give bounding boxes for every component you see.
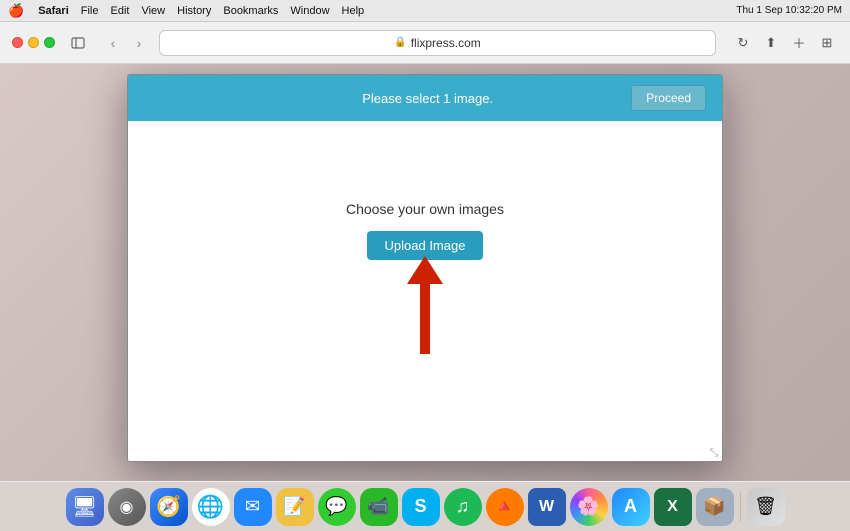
dock-item-spotify[interactable]: ♫ <box>444 488 482 526</box>
dock-item-word[interactable]: W <box>528 488 566 526</box>
resize-handle[interactable]: ⤡ <box>706 445 722 461</box>
traffic-lights <box>12 37 55 48</box>
maximize-button[interactable] <box>44 37 55 48</box>
dock: 🖥 ◉ 🧭 🌐 ✉ 📝 💬 📹 S ♫ 🔺 W 🌸 A X 📦 🗑 <box>0 481 850 531</box>
menu-bar: 🍎 Safari File Edit View History Bookmark… <box>0 0 850 22</box>
menu-view[interactable]: View <box>141 5 165 17</box>
dock-item-messages[interactable]: 💬 <box>318 488 356 526</box>
browser-right-controls: ↻ ⬆ ＋ ⊞ <box>732 32 838 54</box>
dock-item-skype[interactable]: S <box>402 488 440 526</box>
minimize-button[interactable] <box>28 37 39 48</box>
dock-item-vlc[interactable]: 🔺 <box>486 488 524 526</box>
dock-item-siri[interactable]: ◉ <box>108 488 146 526</box>
modal-body: Choose your own images Upload Image ⤡ <box>128 121 722 461</box>
modal-title: Please select 1 image. <box>224 91 631 106</box>
arrow-head <box>407 256 443 284</box>
dock-item-photos[interactable]: 🌸 <box>570 488 608 526</box>
url-text: flixpress.com <box>411 36 481 50</box>
back-button[interactable]: ‹ <box>101 31 125 55</box>
share-button[interactable]: ⬆ <box>760 32 782 54</box>
modal-dialog: Please select 1 image. Proceed Choose yo… <box>127 74 723 462</box>
apple-menu[interactable]: 🍎 <box>8 3 24 19</box>
dock-item-facetime[interactable]: 📹 <box>360 488 398 526</box>
main-content: Please select 1 image. Proceed Choose yo… <box>0 64 850 481</box>
arrow-shaft <box>420 284 430 354</box>
dock-item-safari[interactable]: 🧭 <box>150 488 188 526</box>
menubar-right: Thu 1 Sep 10:32:20 PM <box>736 5 842 16</box>
red-arrow <box>407 256 443 354</box>
modal-header: Please select 1 image. Proceed <box>128 75 722 121</box>
nav-buttons: ‹ › <box>101 31 151 55</box>
dock-item-trash[interactable]: 🗑 <box>747 488 785 526</box>
reload-button[interactable]: ↻ <box>732 32 754 54</box>
choose-label: Choose your own images <box>346 201 504 217</box>
dock-item-notes[interactable]: 📝 <box>276 488 314 526</box>
dock-item-chrome[interactable]: 🌐 <box>192 488 230 526</box>
dock-item-excel[interactable]: X <box>654 488 692 526</box>
dock-item-finder[interactable]: 🖥 <box>66 488 104 526</box>
menu-window[interactable]: Window <box>290 5 329 17</box>
menu-safari[interactable]: Safari <box>38 5 69 17</box>
menu-file[interactable]: File <box>81 5 99 17</box>
menubar-datetime: Thu 1 Sep 10:32:20 PM <box>736 5 842 16</box>
new-tab-button[interactable]: ＋ <box>788 32 810 54</box>
menu-history[interactable]: History <box>177 5 211 17</box>
dock-item-generic1[interactable]: 📦 <box>696 488 734 526</box>
modal-overlay: Please select 1 image. Proceed Choose yo… <box>0 64 850 481</box>
close-button[interactable] <box>12 37 23 48</box>
address-bar[interactable]: 🔒 flixpress.com <box>159 30 716 56</box>
sidebar-toggle-button[interactable] <box>67 32 89 54</box>
dock-item-appstore[interactable]: A <box>612 488 650 526</box>
lock-icon: 🔒 <box>394 37 406 48</box>
show-tabs-button[interactable]: ⊞ <box>816 32 838 54</box>
forward-button[interactable]: › <box>127 31 151 55</box>
menu-help[interactable]: Help <box>342 5 365 17</box>
menu-bookmarks[interactable]: Bookmarks <box>223 5 278 17</box>
menu-items: Safari File Edit View History Bookmarks … <box>38 5 364 17</box>
dock-separator <box>740 492 741 522</box>
dock-item-mail[interactable]: ✉ <box>234 488 272 526</box>
menu-edit[interactable]: Edit <box>111 5 130 17</box>
browser-chrome: ‹ › 🔒 flixpress.com ↻ ⬆ ＋ ⊞ <box>0 22 850 64</box>
proceed-button[interactable]: Proceed <box>631 85 706 111</box>
